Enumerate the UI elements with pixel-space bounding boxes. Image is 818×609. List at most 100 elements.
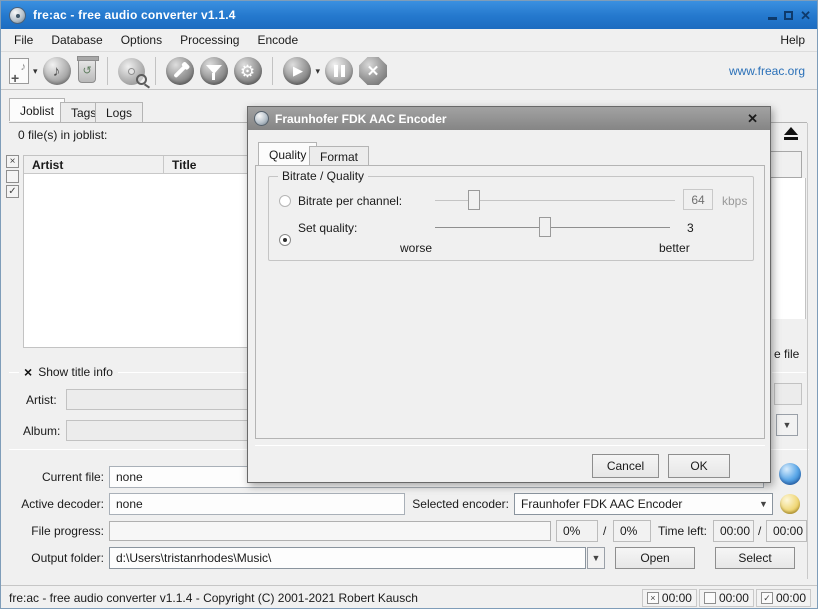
select-folder-button[interactable]: Select	[715, 547, 795, 569]
magnifier-handle	[144, 83, 150, 88]
bitrate-slider-thumb[interactable]	[468, 190, 480, 210]
website-link[interactable]: www.freac.org	[729, 64, 813, 78]
bitrate-value: 64	[683, 189, 713, 210]
time-left-total: 00:00	[766, 520, 807, 542]
time-left-label: Time left:	[658, 524, 707, 538]
toolbar-separator	[107, 57, 108, 85]
checkbox-x-mark: ×	[24, 364, 32, 380]
active-decoder-label: Active decoder:	[1, 497, 104, 511]
slash: /	[603, 524, 606, 538]
empty-box-icon	[704, 592, 716, 604]
worse-label: worse	[400, 241, 432, 255]
main-window: fre:ac - free audio converter v1.1.4 ✕ F…	[0, 0, 818, 609]
menu-database[interactable]: Database	[42, 30, 111, 50]
menu-help[interactable]: Help	[770, 30, 815, 50]
menu-encode[interactable]: Encode	[248, 30, 307, 50]
quality-slider-track[interactable]	[435, 227, 670, 228]
show-title-info-checkbox[interactable]: × Show title info	[19, 364, 118, 380]
toggle-selection-button[interactable]: ✓	[6, 185, 19, 198]
tab-logs[interactable]: Logs	[95, 102, 143, 123]
pause-encoding-icon[interactable]	[325, 57, 353, 85]
quality-tab-panel: Bitrate / Quality Bitrate per channel: 6…	[255, 165, 765, 439]
open-joblist-icon[interactable]: ♪	[43, 57, 71, 85]
menu-file[interactable]: File	[5, 30, 42, 50]
select-all-button[interactable]: ×	[6, 155, 19, 168]
menu-processing[interactable]: Processing	[171, 30, 248, 50]
bitrate-unit: kbps	[722, 194, 747, 208]
eject-button[interactable]	[784, 127, 798, 140]
column-artist[interactable]: Artist	[24, 156, 164, 173]
titlebar[interactable]: fre:ac - free audio converter v1.1.4 ✕	[1, 1, 818, 29]
album-label: Album:	[23, 424, 60, 438]
dialog-close-button[interactable]: ✕	[741, 111, 764, 127]
toolbar: ▾ ♪ ⚙ ▶ ▾ ✕ www.freac.org	[1, 53, 818, 90]
time-selected: × 00:00	[642, 589, 697, 607]
tab-joblist[interactable]: Joblist	[9, 98, 65, 121]
joblist-count: 0 file(s) in joblist:	[18, 128, 107, 142]
menubar: File Database Options Processing Encode …	[1, 29, 818, 52]
check-box-icon: ✓	[761, 592, 773, 604]
single-file-label-fragment: e file	[774, 347, 799, 361]
configure-encoder-icon[interactable]	[780, 494, 800, 514]
start-encoding-icon[interactable]: ▶	[283, 57, 311, 85]
clear-joblist-icon[interactable]	[78, 59, 96, 83]
bitrate-label: Bitrate per channel:	[298, 194, 402, 208]
dialog-titlebar[interactable]: Fraunhofer FDK AAC Encoder ✕	[248, 107, 770, 130]
file-progress-percent: 0%	[556, 520, 598, 542]
statusbar: fre:ac - free audio converter v1.1.4 - C…	[1, 585, 818, 609]
app-disc-icon	[9, 7, 26, 24]
better-label: better	[659, 241, 690, 255]
menu-options[interactable]: Options	[112, 30, 171, 50]
disc-hole	[128, 68, 135, 75]
quality-slider-thumb[interactable]	[539, 217, 551, 237]
add-files-dropdown-icon[interactable]: ▾	[33, 66, 38, 77]
maximize-button[interactable]	[784, 11, 793, 20]
processing-sphere-icon[interactable]	[779, 463, 801, 485]
total-progress-percent: 0%	[613, 520, 651, 542]
output-folder-arrow-icon[interactable]: ▼	[587, 547, 605, 569]
dialog-tab-format[interactable]: Format	[309, 146, 369, 167]
toolbar-separator	[155, 57, 156, 85]
stop-encoding-icon[interactable]: ✕	[359, 57, 387, 85]
output-folder-combo[interactable]: d:\Users\tristanrhodes\Music\	[109, 547, 586, 569]
drive-combo-fragment[interactable]	[769, 151, 802, 178]
time-total: ✓ 00:00	[756, 589, 811, 607]
column-title[interactable]: Title	[164, 156, 204, 173]
open-folder-button[interactable]: Open	[615, 547, 695, 569]
cddb-query-icon[interactable]	[118, 58, 145, 85]
encoder-settings-icon[interactable]: ⚙	[234, 57, 262, 85]
quality-value: 3	[687, 221, 694, 235]
time-left-file: 00:00	[713, 520, 754, 542]
active-decoder-field: none	[109, 493, 405, 515]
quality-label: Set quality:	[298, 221, 357, 235]
selected-encoder-value: Fraunhofer FDK AAC Encoder	[515, 497, 755, 511]
group-label: Bitrate / Quality	[278, 169, 368, 183]
right-combo-arrow-icon[interactable]: ▼	[776, 414, 798, 436]
right-field-fragment	[774, 383, 802, 405]
add-files-icon[interactable]	[9, 58, 29, 84]
encoder-combo-arrow-icon[interactable]: ▼	[755, 494, 772, 514]
close-button[interactable]: ✕	[800, 9, 811, 22]
selected-encoder-label: Selected encoder:	[406, 497, 509, 511]
right-list-fragment	[772, 178, 806, 319]
start-encoding-dropdown-icon[interactable]: ▾	[316, 66, 321, 77]
general-settings-icon[interactable]	[166, 57, 194, 85]
ok-button[interactable]: OK	[668, 454, 730, 478]
encoder-config-dialog: Fraunhofer FDK AAC Encoder ✕ Quality For…	[247, 106, 771, 483]
quality-radio[interactable]	[279, 234, 291, 246]
selected-encoder-combo[interactable]: Fraunhofer FDK AAC Encoder ▼	[514, 493, 773, 515]
show-title-info-label: Show title info	[38, 365, 113, 379]
output-folder-value: d:\Users\tristanrhodes\Music\	[110, 551, 585, 565]
cancel-button[interactable]: Cancel	[592, 454, 659, 478]
bitrate-radio[interactable]	[279, 195, 291, 207]
signal-processing-icon[interactable]	[200, 57, 228, 85]
window-title: fre:ac - free audio converter v1.1.4	[33, 8, 236, 22]
minimize-button[interactable]	[768, 17, 777, 20]
select-none-button[interactable]	[6, 170, 19, 183]
dialog-title: Fraunhofer FDK AAC Encoder	[275, 112, 447, 126]
checked-box-icon: ×	[647, 592, 659, 604]
bitrate-quality-group: Bitrate / Quality Bitrate per channel: 6…	[268, 176, 754, 261]
file-progress-bar	[109, 521, 551, 541]
pane-right-edge	[807, 123, 808, 579]
time-unselected: 00:00	[699, 589, 754, 607]
